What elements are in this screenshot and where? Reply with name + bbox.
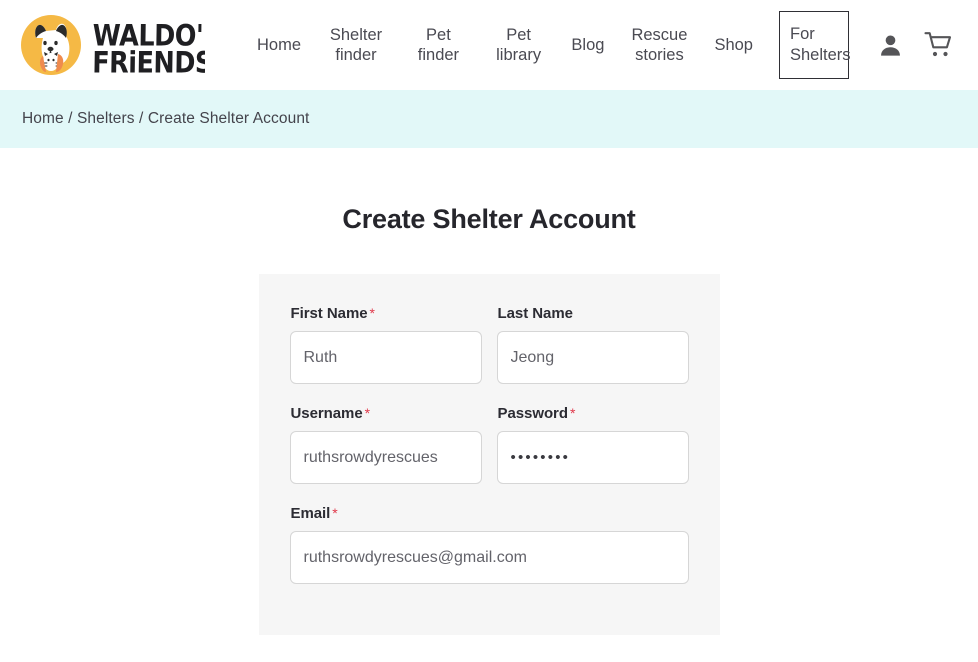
breadcrumb[interactable]: Home / Shelters / Create Shelter Account <box>22 110 309 128</box>
cart-icon[interactable] <box>924 31 954 59</box>
email-input[interactable] <box>289 531 689 584</box>
required-asterisk: * <box>569 405 576 421</box>
form-row-credentials: Username* Password* •••••••• <box>289 405 689 484</box>
field-email: Email * <box>289 505 689 584</box>
main-content: Create Shelter Account First Name* Last … <box>0 148 978 635</box>
nav-pet-finder[interactable]: Pet finder <box>399 25 478 65</box>
field-first-name: First Name * <box>289 305 482 384</box>
form-row-email: Email * <box>289 505 689 584</box>
password-label-text: Password <box>497 405 569 422</box>
first-name-label-text: First Name <box>290 305 368 322</box>
password-input[interactable]: •••••••• <box>496 431 689 484</box>
svg-text:FRiENDS: FRiENDS <box>93 45 205 74</box>
nav-shelter-finder[interactable]: Shelter finder <box>313 25 399 65</box>
create-shelter-account-form: First Name* Last Name Username* Password… <box>258 274 720 635</box>
main-navigation: Home Shelter finder Pet finder Pet libra… <box>245 0 851 90</box>
first-name-label: First Name * <box>291 305 482 322</box>
brand-wordmark: WALDO'S FRiENDS <box>93 16 205 74</box>
header-actions <box>849 31 978 59</box>
nav-rescue-stories[interactable]: Rescue stories <box>616 25 702 65</box>
form-row-name: First Name* Last Name <box>289 305 689 384</box>
username-label-text: Username <box>290 405 363 422</box>
required-asterisk: * <box>332 505 338 521</box>
last-name-label: Last Name <box>497 305 573 322</box>
nav-blog[interactable]: Blog <box>559 35 616 55</box>
username-input[interactable] <box>289 431 482 484</box>
nav-home[interactable]: Home <box>245 35 313 55</box>
field-password: Password * •••••••• <box>496 405 689 484</box>
last-name-input[interactable] <box>496 331 689 384</box>
site-header: WALDO'S FRiENDS Home Shelter finder Pet … <box>0 0 978 90</box>
email-label: Email * <box>291 505 689 522</box>
nav-for-shelters[interactable]: For Shelters <box>779 11 851 79</box>
field-last-name: Last Name <box>496 305 689 384</box>
field-username: Username * <box>289 405 482 484</box>
account-icon[interactable] <box>877 32 904 59</box>
nav-pet-library[interactable]: Pet library <box>478 25 560 65</box>
site-logo[interactable]: WALDO'S FRiENDS <box>18 12 205 78</box>
username-label: Username * <box>291 405 482 422</box>
required-asterisk: * <box>369 305 375 321</box>
email-label-text: Email <box>290 505 331 522</box>
required-asterisk: * <box>364 405 371 421</box>
page-title: Create Shelter Account <box>342 204 636 234</box>
nav-shop[interactable]: Shop <box>702 35 765 55</box>
first-name-input[interactable] <box>289 331 482 384</box>
breadcrumb-bar: Home / Shelters / Create Shelter Account <box>0 90 978 148</box>
password-label: Password * <box>498 405 689 422</box>
dog-and-cat-logo-icon <box>18 12 84 78</box>
